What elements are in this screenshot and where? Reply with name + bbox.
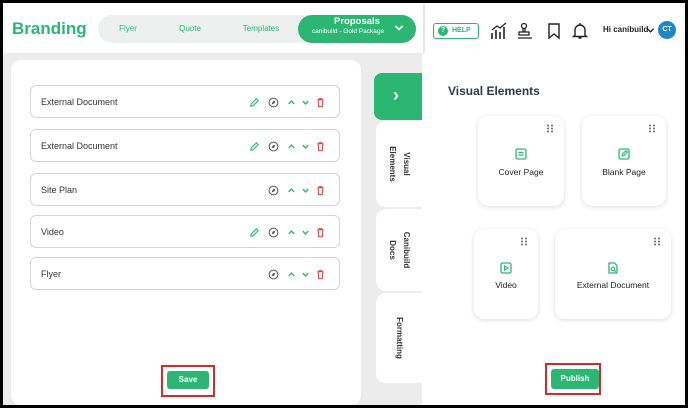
tab-proposals-sublabel: canibuild - Gold Package — [311, 28, 385, 35]
proposal-nav: Flyer Quote Templates Proposals canibuil… — [98, 15, 416, 43]
edit-icon[interactable] — [249, 97, 260, 108]
chart-icon[interactable] — [490, 22, 508, 40]
top-bar: Branding Flyer Quote Templates Proposals… — [3, 3, 685, 53]
delete-icon[interactable] — [315, 97, 326, 108]
navigate-icon[interactable] — [268, 97, 279, 108]
tab-canibuild-docs-label: Canibuild Docs — [388, 231, 411, 269]
tab-formatting-label: Formatting — [395, 317, 404, 359]
move-down-icon[interactable] — [300, 141, 311, 152]
cover-page-icon — [515, 148, 527, 160]
tab-proposals[interactable]: Proposals canibuild - Gold Package — [298, 15, 416, 43]
move-up-icon[interactable] — [286, 97, 297, 108]
help-button[interactable]: ? HELP — [433, 23, 479, 39]
move-up-icon[interactable] — [286, 185, 297, 196]
tab-canibuild-docs[interactable]: Canibuild Docs — [376, 209, 422, 291]
app-window: Branding Flyer Quote Templates Proposals… — [3, 3, 685, 405]
document-list-panel: External Document External Document Site… — [11, 60, 361, 405]
brand-title: Branding — [12, 19, 87, 38]
visual-elements-panel: Visual Elements Cover Page Blank Page Vi… — [422, 53, 685, 405]
move-down-icon[interactable] — [300, 269, 311, 280]
panel-title: Visual Elements — [448, 84, 540, 98]
tab-templates[interactable]: Templates — [236, 15, 286, 43]
element-card-external-document[interactable]: External Document — [555, 229, 671, 319]
navigate-icon[interactable] — [268, 269, 279, 280]
element-card-video[interactable]: Video — [474, 229, 538, 319]
card-label: Cover Page — [498, 167, 544, 177]
help-icon: ? — [438, 26, 448, 36]
video-icon — [500, 262, 512, 274]
user-greeting[interactable]: Hi canibuild — [603, 25, 648, 34]
tab-quote[interactable]: Quote — [170, 15, 210, 43]
navigate-icon[interactable] — [268, 141, 279, 152]
list-item[interactable]: Video — [30, 215, 340, 248]
list-item[interactable]: Flyer — [30, 257, 340, 290]
drag-handle-icon[interactable] — [546, 124, 554, 133]
move-down-icon[interactable] — [300, 227, 311, 238]
document-label: Flyer — [41, 269, 61, 279]
chevron-down-icon[interactable] — [394, 23, 404, 33]
list-item[interactable]: External Document — [30, 85, 340, 118]
top-divider — [423, 3, 425, 53]
edit-icon[interactable] — [249, 227, 260, 238]
document-label: External Document — [41, 141, 118, 151]
save-button[interactable]: Save — [167, 371, 209, 389]
card-label: Video — [495, 280, 517, 290]
help-label: HELP — [452, 27, 471, 34]
document-label: External Document — [41, 97, 118, 107]
card-label: External Document — [576, 280, 650, 290]
stamp-icon[interactable] — [516, 22, 534, 40]
tab-formatting[interactable]: Formatting — [376, 293, 422, 383]
move-up-icon[interactable] — [286, 269, 297, 280]
move-up-icon[interactable] — [286, 141, 297, 152]
bookmark-icon[interactable] — [545, 22, 563, 40]
element-card-cover-page[interactable]: Cover Page — [478, 116, 564, 206]
move-down-icon[interactable] — [300, 185, 311, 196]
delete-icon[interactable] — [315, 227, 326, 238]
list-item[interactable]: Site Plan — [30, 173, 340, 206]
element-card-blank-page[interactable]: Blank Page — [582, 116, 666, 206]
edit-icon[interactable] — [249, 141, 260, 152]
tab-flyer[interactable]: Flyer — [108, 15, 148, 43]
external-document-icon — [608, 262, 618, 274]
expand-panel-button[interactable]: › — [374, 73, 422, 120]
bell-icon[interactable] — [571, 22, 589, 40]
delete-icon[interactable] — [315, 141, 326, 152]
chevron-down-icon[interactable] — [646, 26, 655, 35]
move-down-icon[interactable] — [300, 97, 311, 108]
drag-handle-icon[interactable] — [653, 237, 661, 246]
navigate-icon[interactable] — [268, 227, 279, 238]
move-up-icon[interactable] — [286, 227, 297, 238]
tab-visual-elements[interactable]: Visual Elements — [376, 121, 422, 207]
card-label: Blank Page — [602, 167, 646, 177]
delete-icon[interactable] — [315, 185, 326, 196]
delete-icon[interactable] — [315, 269, 326, 280]
blank-page-icon — [618, 148, 630, 160]
publish-button[interactable]: Publish — [551, 369, 599, 389]
drag-handle-icon[interactable] — [520, 237, 528, 246]
document-label: Video — [41, 227, 64, 237]
document-label: Site Plan — [41, 185, 78, 195]
avatar[interactable]: CT — [658, 21, 676, 39]
navigate-icon[interactable] — [268, 185, 279, 196]
drag-handle-icon[interactable] — [648, 124, 656, 133]
list-item[interactable]: External Document — [30, 129, 340, 162]
tab-visual-elements-label: Visual Elements — [388, 146, 411, 182]
chevron-right-icon: › — [393, 85, 399, 105]
